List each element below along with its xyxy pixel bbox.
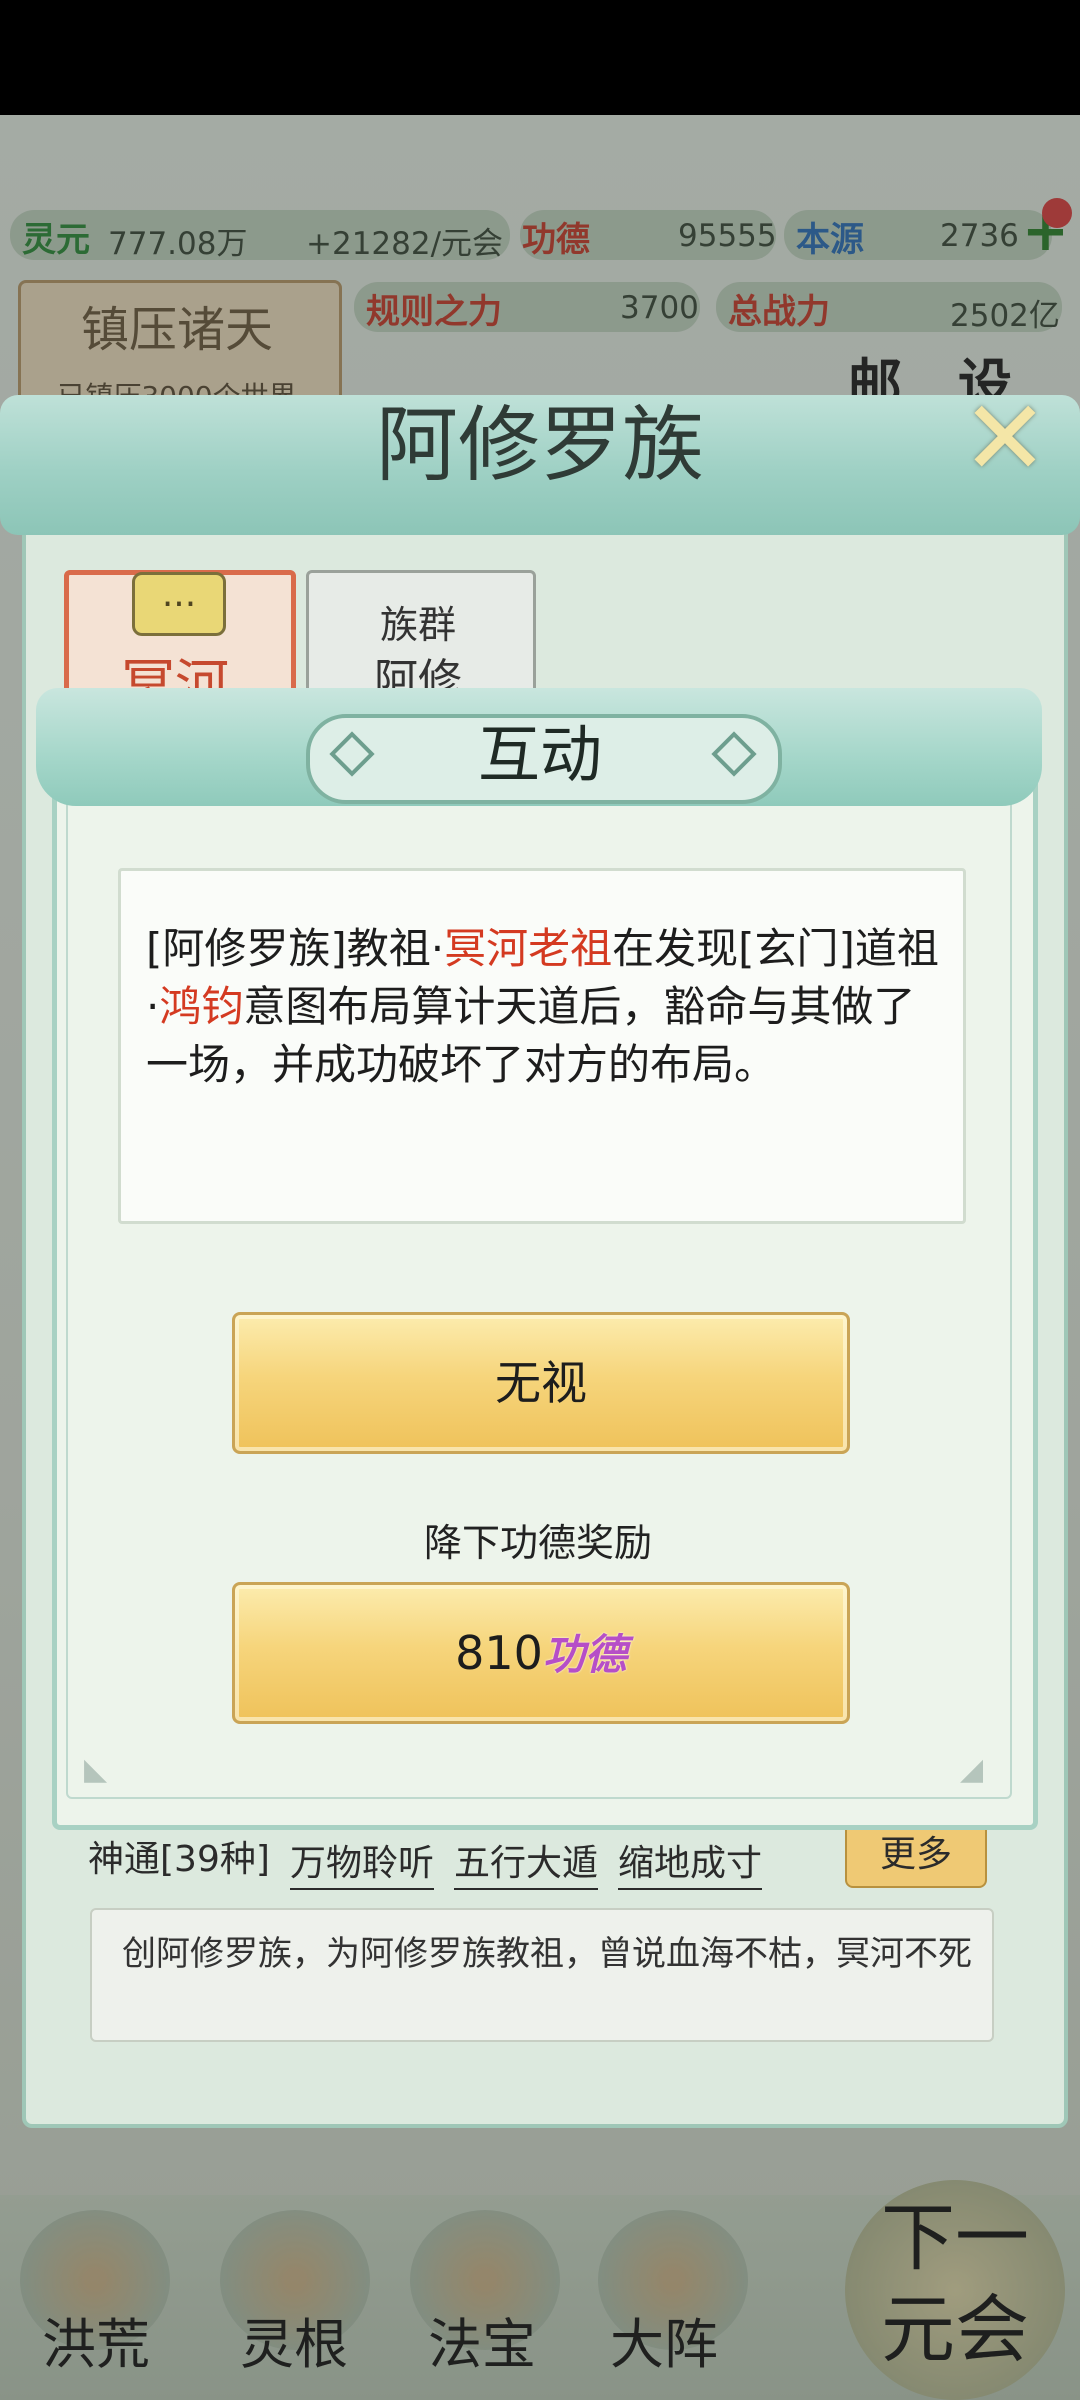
more-skills-button[interactable]: 更多 — [845, 1822, 987, 1888]
tab-tribe-group-label: 族群 — [379, 603, 456, 647]
character-name-hongjun: 鸿钧 — [159, 982, 244, 1031]
corner-ornament-icon: ◢ — [960, 1752, 984, 1787]
skills-label: 神通[39种] — [88, 1839, 270, 1880]
skill-link[interactable]: 五行大遁 — [454, 1834, 599, 1890]
reward-caption: 降下功德奖励 — [423, 1521, 652, 1565]
corner-ornament-icon: ◣ — [84, 1752, 108, 1787]
reward-button-label: 810功德 — [235, 1585, 847, 1723]
message-part: 意图布局算计天道后，豁命与其做了一场，并成功破坏了对方的布局。 — [146, 982, 916, 1089]
dialog-title: 互动 — [477, 718, 602, 791]
message-part: [阿修罗族]教祖· — [146, 924, 445, 973]
event-message: [阿修罗族]教祖·冥河老祖在发现[玄门]道祖·鸿钧意图布局算计天道后，豁命与其做… — [146, 920, 946, 1094]
reward-amount: 810 — [455, 1626, 543, 1680]
ignore-button-label: 无视 — [495, 1356, 587, 1410]
ignore-button[interactable]: 无视 — [232, 1312, 850, 1454]
character-name-minghe: 冥河老祖 — [444, 924, 613, 973]
close-icon[interactable]: ✕ — [955, 386, 1055, 490]
tribe-title: 阿修罗族 — [375, 398, 704, 493]
chat-bubble-icon[interactable]: ... — [132, 572, 226, 636]
skill-link[interactable]: 万物聆听 — [290, 1834, 435, 1890]
reward-merit-button[interactable]: 810功德 — [232, 1582, 850, 1724]
merit-icon: 功德 — [542, 1630, 627, 1679]
skill-link[interactable]: 缩地成寸 — [618, 1834, 763, 1890]
bio-text: 创阿修罗族，为阿修罗族教祖，曾说血海不枯，冥河不死 — [122, 1934, 972, 1974]
